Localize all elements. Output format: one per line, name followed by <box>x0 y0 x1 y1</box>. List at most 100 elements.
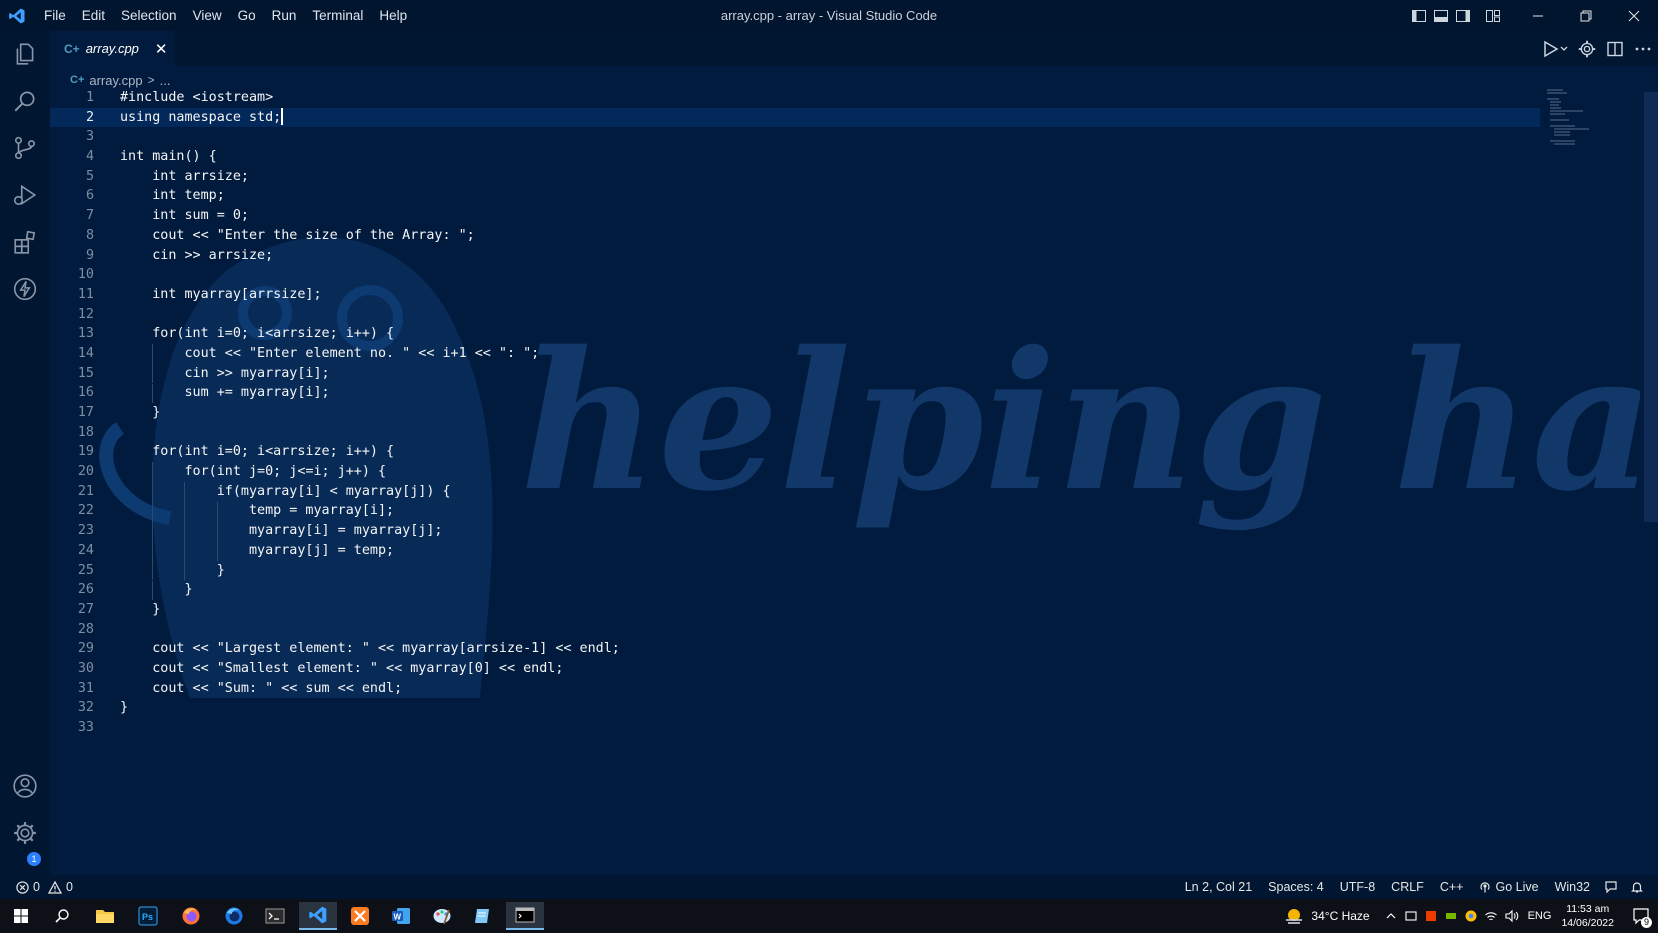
notifications-bell-icon[interactable] <box>1624 880 1650 894</box>
problems-indicator[interactable]: 0 0 <box>16 875 73 899</box>
code-line[interactable]: 29 cout << "Largest element: " << myarra… <box>50 639 1640 659</box>
menu-file[interactable]: File <box>36 0 74 31</box>
split-editor-icon[interactable] <box>1606 40 1624 58</box>
taskbar-search-button[interactable] <box>43 902 81 930</box>
code-line[interactable]: 21 if(myarray[i] < myarray[j]) { <box>50 482 1640 502</box>
code-line[interactable]: 7 int sum = 0; <box>50 206 1640 226</box>
code-line[interactable]: 15 cin >> myarray[i]; <box>50 364 1640 384</box>
feedback-icon[interactable] <box>1598 880 1624 894</box>
toggle-secondary-sidebar-button[interactable] <box>1452 0 1474 31</box>
code-line[interactable]: 12 <box>50 305 1640 325</box>
menu-view[interactable]: View <box>185 0 230 31</box>
start-button[interactable] <box>2 902 40 930</box>
menu-selection[interactable]: Selection <box>113 0 185 31</box>
tab-array-cpp[interactable]: C+ array.cpp ✕ <box>50 31 174 66</box>
platform-indicator[interactable]: Win32 <box>1547 880 1598 894</box>
code-line[interactable]: 13 for(int i=0; i<arrsize; i++) { <box>50 324 1640 344</box>
terminal-app[interactable] <box>256 902 294 930</box>
file-explorer-app[interactable] <box>86 902 124 930</box>
code-line[interactable]: 3 <box>50 127 1640 147</box>
customize-layout-button[interactable] <box>1482 0 1504 31</box>
menu-edit[interactable]: Edit <box>74 0 113 31</box>
menu-terminal[interactable]: Terminal <box>304 0 371 31</box>
breadcrumb-symbols[interactable]: ... <box>160 73 171 88</box>
menu-go[interactable]: Go <box>230 0 264 31</box>
code-line[interactable]: 25 } <box>50 561 1640 581</box>
paint-app[interactable] <box>423 902 461 930</box>
code-line[interactable]: 8 cout << "Enter the size of the Array: … <box>50 226 1640 246</box>
menu-help[interactable]: Help <box>371 0 415 31</box>
vertical-scrollbar[interactable] <box>1644 92 1658 522</box>
file-encoding[interactable]: UTF-8 <box>1332 880 1383 894</box>
toggle-panel-button[interactable] <box>1430 0 1452 31</box>
photoshop-app[interactable]: Ps <box>129 902 167 930</box>
explorer-icon[interactable] <box>12 41 38 67</box>
code-line[interactable]: 4 int main() { <box>50 147 1640 167</box>
nvidia-icon[interactable] <box>1444 909 1458 923</box>
run-code-icon[interactable] <box>1542 40 1568 58</box>
command-prompt-app[interactable] <box>506 902 544 930</box>
language-mode[interactable]: C++ <box>1432 880 1472 894</box>
chrome-tray-icon[interactable] <box>1464 909 1478 923</box>
firefox-dev-app[interactable] <box>215 902 253 930</box>
xampp-app[interactable] <box>341 902 379 930</box>
notification-center-button[interactable]: 9 <box>1624 899 1658 933</box>
code-line[interactable]: 14 cout << "Enter element no. " << i+1 <… <box>50 344 1640 364</box>
code-line[interactable]: 2 using namespace std; <box>50 107 1540 128</box>
code-line[interactable]: 28 <box>50 620 1640 640</box>
chevron-up-icon[interactable] <box>1384 909 1398 923</box>
code-line[interactable]: 22 temp = myarray[i]; <box>50 501 1640 521</box>
source-control-icon[interactable] <box>12 135 38 161</box>
close-tab-icon[interactable]: ✕ <box>155 40 168 58</box>
code-line[interactable]: 19 for(int i=0; i<arrsize; i++) { <box>50 442 1640 462</box>
code-line[interactable]: 11 int myarray[arrsize]; <box>50 285 1640 305</box>
word-app[interactable]: W <box>382 902 420 930</box>
menu-run[interactable]: Run <box>264 0 305 31</box>
extensions-icon[interactable] <box>12 229 38 255</box>
code-line[interactable]: 24 myarray[j] = temp; <box>50 541 1640 561</box>
code-line[interactable]: 33 <box>50 718 1640 738</box>
code-editor[interactable]: helping hand 1#include <iostream>2using … <box>50 88 1640 875</box>
code-line[interactable]: 23 myarray[i] = myarray[j]; <box>50 521 1640 541</box>
cursor-position[interactable]: Ln 2, Col 21 <box>1177 880 1260 894</box>
code-line[interactable]: 1 #include <iostream> <box>50 88 1640 108</box>
run-debug-icon[interactable] <box>12 182 38 208</box>
code-line[interactable]: 17 } <box>50 403 1640 423</box>
weather-text[interactable]: 34°C Haze <box>1311 909 1369 923</box>
office-tray-icon[interactable] <box>1424 909 1438 923</box>
code-line[interactable]: 30 cout << "Smallest element: " << myarr… <box>50 659 1640 679</box>
code-line[interactable]: 6 int temp; <box>50 186 1640 206</box>
thunder-client-icon[interactable] <box>12 276 38 302</box>
accounts-icon[interactable] <box>12 773 38 799</box>
code-line[interactable]: 20 for(int j=0; j<=i; j++) { <box>50 462 1640 482</box>
weather-haze-icon[interactable] <box>1283 905 1305 927</box>
search-icon[interactable] <box>12 88 38 114</box>
close-window-button[interactable] <box>1610 0 1658 31</box>
minimap[interactable] <box>1545 88 1615 148</box>
go-live-button[interactable]: Go Live <box>1471 880 1546 894</box>
gear-icon[interactable] <box>12 820 38 846</box>
volume-icon[interactable] <box>1504 909 1520 923</box>
code-line[interactable]: 9 cin >> arrsize; <box>50 246 1640 266</box>
vscode-app[interactable] <box>299 902 337 930</box>
firefox-app[interactable] <box>172 902 210 930</box>
code-line[interactable]: 27 } <box>50 600 1640 620</box>
input-language[interactable]: ENG <box>1528 910 1552 922</box>
code-line[interactable]: 16 sum += myarray[i]; <box>50 383 1640 403</box>
minimize-button[interactable] <box>1514 0 1562 31</box>
code-line[interactable]: 5 int arrsize; <box>50 167 1640 187</box>
code-line[interactable]: 26 } <box>50 580 1640 600</box>
settings-gear-icon[interactable] <box>1578 40 1596 58</box>
indentation-setting[interactable]: Spaces: 4 <box>1260 880 1332 894</box>
code-line[interactable]: 10 <box>50 265 1640 285</box>
breadcrumb-file[interactable]: array.cpp <box>89 73 142 88</box>
code-line[interactable]: 32} <box>50 698 1640 718</box>
wifi-icon[interactable] <box>1484 909 1498 923</box>
code-line[interactable]: 31 cout << "Sum: " << sum << endl; <box>50 679 1640 699</box>
end-of-line[interactable]: CRLF <box>1383 880 1432 894</box>
code-line[interactable]: 18 <box>50 423 1640 443</box>
meet-now-icon[interactable] <box>1404 909 1418 923</box>
clock[interactable]: 11:53 am 14/06/2022 <box>1561 902 1614 930</box>
more-actions-icon[interactable] <box>1634 40 1652 58</box>
toggle-primary-sidebar-button[interactable] <box>1408 0 1430 31</box>
